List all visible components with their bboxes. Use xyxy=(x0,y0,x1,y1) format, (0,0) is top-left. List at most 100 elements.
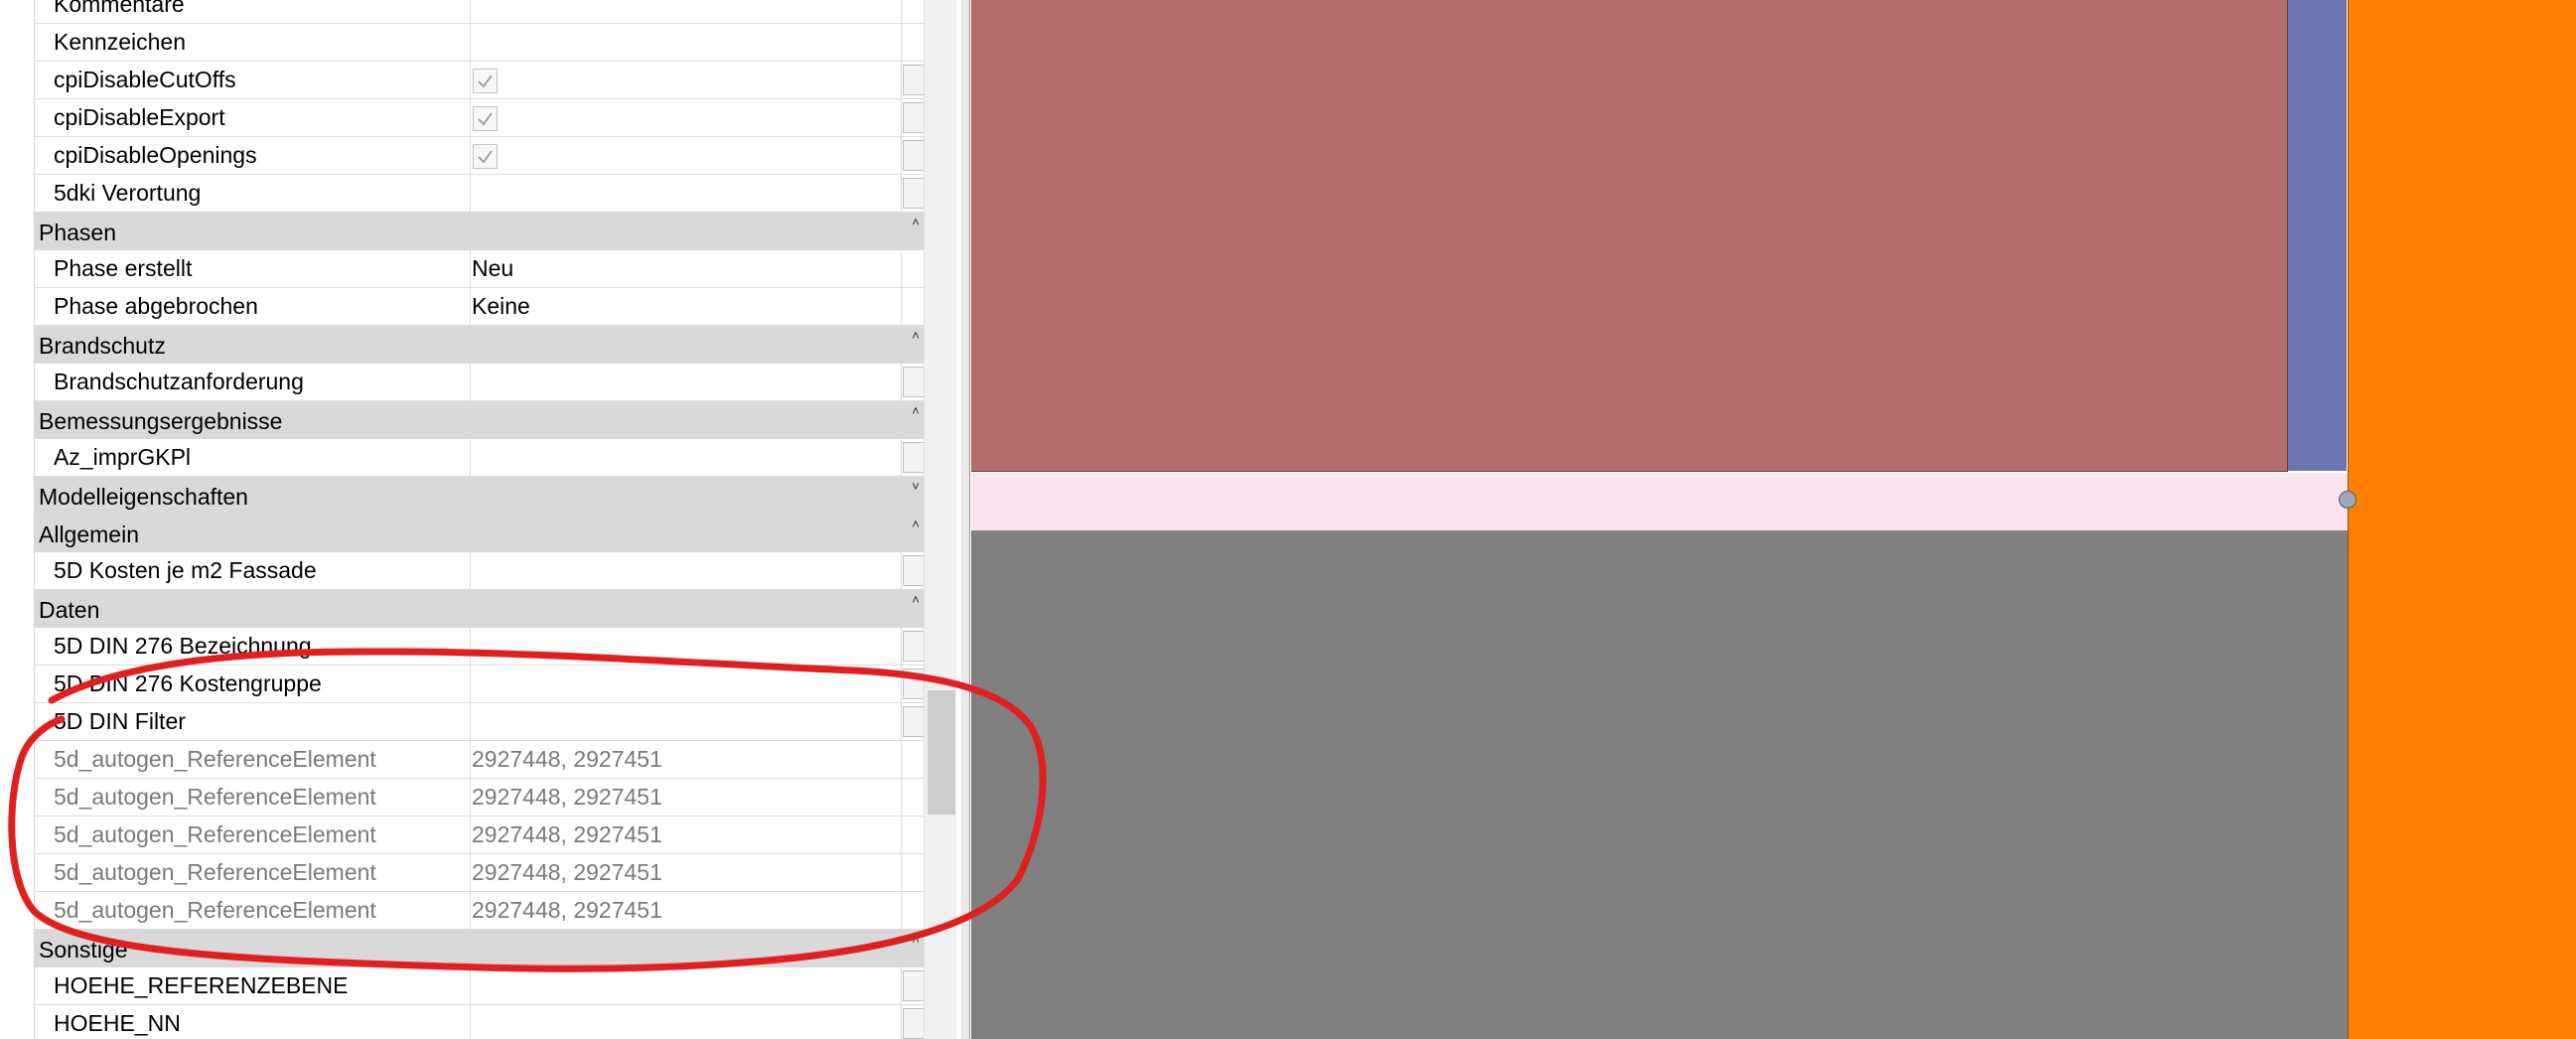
property-name: Brandschutzanforderung xyxy=(54,369,304,394)
column-divider xyxy=(470,628,471,666)
model-element-blue[interactable] xyxy=(2288,0,2347,471)
group-label: Sonstige xyxy=(39,937,128,963)
property-value[interactable]: Neu xyxy=(472,250,925,287)
model-element-grey[interactable] xyxy=(971,531,2348,1039)
property-row: 5dki Verortung xyxy=(35,175,925,213)
property-cell-button[interactable] xyxy=(903,65,925,95)
property-cell-button[interactable] xyxy=(903,178,925,209)
column-divider xyxy=(901,99,902,137)
column-divider xyxy=(901,628,902,666)
property-cell-button[interactable] xyxy=(903,140,925,171)
property-row: 5D DIN 276 Kostengruppe xyxy=(35,666,925,703)
property-row: 5d_autogen_ReferenceElement 2927448, 2927… xyxy=(35,816,925,854)
column-divider xyxy=(901,967,902,1005)
property-name: 5d_autogen_ReferenceElement xyxy=(54,897,376,923)
checkmark-icon xyxy=(478,112,493,126)
group-header-sonstige[interactable]: Sonstige ˄ xyxy=(35,930,925,967)
column-divider xyxy=(470,364,471,401)
property-value[interactable] xyxy=(472,1005,925,1039)
model-element-orange[interactable] xyxy=(2348,0,2576,1039)
property-cell-button[interactable] xyxy=(903,367,925,397)
group-header-brandschutz[interactable]: Brandschutz ˄ xyxy=(35,326,925,364)
column-divider xyxy=(901,0,902,24)
property-value[interactable] xyxy=(472,967,925,1004)
property-value[interactable] xyxy=(472,666,925,702)
column-divider xyxy=(470,1005,471,1039)
property-value[interactable] xyxy=(472,439,925,476)
property-name: cpiDisableExport xyxy=(54,104,225,130)
chevron-down-icon[interactable]: ˅ xyxy=(907,478,925,496)
property-rows: Kommentare Kennzeichen cpiDisableCutOffs cp… xyxy=(35,0,925,1039)
property-cell-button[interactable] xyxy=(903,631,925,662)
group-header-modelleigenschaften[interactable]: Modelleigenschaften ˅ xyxy=(35,477,925,515)
group-header-allgemein[interactable]: Allgemein ˄ xyxy=(35,515,925,552)
property-value[interactable] xyxy=(472,552,925,589)
property-value: 2927448, 2927451 xyxy=(472,859,662,885)
chevron-up-icon[interactable]: ˄ xyxy=(907,516,925,533)
property-cell-button[interactable] xyxy=(903,668,925,699)
property-name: Phase abgebrochen xyxy=(54,293,258,319)
property-cell-button[interactable] xyxy=(903,442,925,473)
property-row: cpiDisableCutOffs xyxy=(35,62,925,99)
column-divider xyxy=(901,62,902,99)
chevron-up-icon[interactable]: ˄ xyxy=(907,931,925,949)
column-divider xyxy=(470,288,471,326)
scrollbar-thumb[interactable] xyxy=(928,690,955,815)
property-value: 2927448, 2927451 xyxy=(472,821,662,847)
chevron-up-icon[interactable]: ˄ xyxy=(907,327,925,345)
property-name: HOEHE_NN xyxy=(54,1010,181,1036)
column-divider xyxy=(470,854,471,892)
column-divider xyxy=(470,816,471,854)
column-divider xyxy=(901,439,902,477)
column-divider xyxy=(901,816,902,854)
property-value[interactable] xyxy=(472,24,925,61)
property-value[interactable] xyxy=(472,703,925,740)
property-name: Phase erstellt xyxy=(54,255,193,281)
column-divider xyxy=(470,99,471,137)
property-row: Kommentare xyxy=(35,0,925,24)
property-value[interactable] xyxy=(472,0,925,23)
property-checkbox[interactable] xyxy=(473,69,498,93)
model-element-red[interactable] xyxy=(971,0,2288,472)
property-cell-button[interactable] xyxy=(903,102,925,133)
property-row: Phase abgebrochen Keine xyxy=(35,288,925,326)
property-value[interactable] xyxy=(472,364,925,400)
column-divider xyxy=(901,741,902,779)
properties-panel: Kommentare Kennzeichen cpiDisableCutOffs cp… xyxy=(34,0,925,1039)
property-cell-button[interactable] xyxy=(903,970,925,1001)
properties-scrollbar[interactable] xyxy=(924,0,956,1039)
property-value[interactable] xyxy=(472,175,925,212)
column-divider xyxy=(901,137,902,175)
property-cell-button[interactable] xyxy=(903,706,925,737)
property-name: Kennzeichen xyxy=(54,29,186,55)
group-header-daten[interactable]: Daten ˄ xyxy=(35,590,925,628)
column-divider xyxy=(470,666,471,703)
drag-grip-handle[interactable] xyxy=(2339,491,2357,509)
group-header-bemessungsergebnisse[interactable]: Bemessungsergebnisse ˄ xyxy=(35,401,925,439)
property-name: 5dki Verortung xyxy=(54,180,202,206)
column-divider xyxy=(470,439,471,477)
chevron-up-icon[interactable]: ˄ xyxy=(907,214,925,231)
group-header-phasen[interactable]: Phasen ˄ xyxy=(35,213,925,250)
property-row: 5D DIN 276 Bezeichnung xyxy=(35,628,925,666)
column-divider xyxy=(901,24,902,62)
property-name: 5d_autogen_ReferenceElement xyxy=(54,821,376,847)
property-cell-button[interactable] xyxy=(903,555,925,586)
property-cell-button[interactable] xyxy=(903,1008,925,1039)
property-row: 5d_autogen_ReferenceElement 2927448, 2927… xyxy=(35,779,925,816)
model-element-pink-band[interactable] xyxy=(971,473,2348,531)
column-divider xyxy=(901,250,902,288)
property-name: cpiDisableCutOffs xyxy=(54,67,236,92)
column-divider xyxy=(470,175,471,213)
property-value[interactable]: Keine xyxy=(472,288,925,325)
property-checkbox[interactable] xyxy=(473,106,498,131)
chevron-up-icon[interactable]: ˄ xyxy=(907,402,925,420)
property-value[interactable] xyxy=(472,628,925,665)
chevron-up-icon[interactable]: ˄ xyxy=(907,591,925,609)
property-row: Kennzeichen xyxy=(35,24,925,62)
property-row: Az_imprGKPl xyxy=(35,439,925,477)
column-divider xyxy=(901,364,902,401)
column-divider xyxy=(470,552,471,590)
property-checkbox[interactable] xyxy=(473,144,498,169)
column-divider xyxy=(470,892,471,930)
